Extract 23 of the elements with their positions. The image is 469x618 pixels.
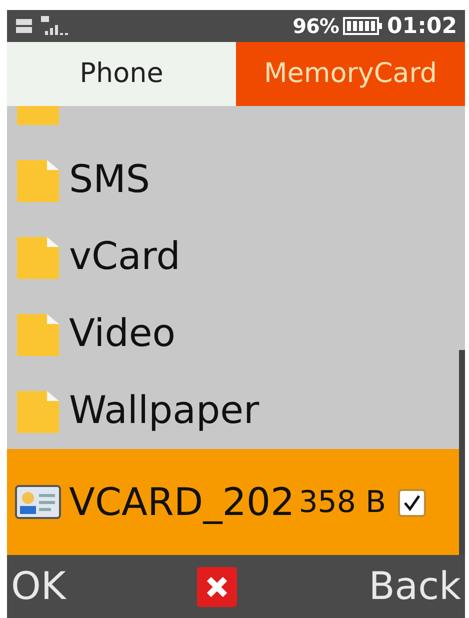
- contact-card-icon: [15, 484, 61, 520]
- battery-percent: 96%: [292, 13, 339, 40]
- ok-softkey[interactable]: OK: [11, 558, 66, 615]
- checkbox[interactable]: [398, 488, 426, 516]
- folder-name: Wallpaper: [69, 387, 260, 434]
- list-item[interactable]: VCARD_202 358 B: [7, 449, 459, 555]
- list-item[interactable]: Wallpaper: [7, 372, 459, 449]
- file-size: 358 B: [298, 484, 386, 522]
- list-item[interactable]: Video: [7, 295, 459, 372]
- back-softkey[interactable]: Back: [368, 558, 461, 615]
- file-name: VCARD_202: [69, 479, 295, 526]
- folder-name: SMS: [69, 156, 150, 203]
- clock: 01:02: [386, 12, 457, 40]
- volte-icon: [15, 17, 33, 35]
- close-icon[interactable]: [197, 566, 238, 606]
- folder-name: vCard: [69, 233, 180, 280]
- signal-icon: [41, 16, 71, 36]
- tab[interactable]: Phone: [7, 42, 236, 106]
- battery-icon: [342, 16, 383, 36]
- folder-name: Video: [69, 310, 176, 357]
- list-item[interactable]: vCard: [7, 218, 459, 295]
- list-item[interactable]: SMS: [7, 141, 459, 218]
- check-icon: [402, 492, 422, 512]
